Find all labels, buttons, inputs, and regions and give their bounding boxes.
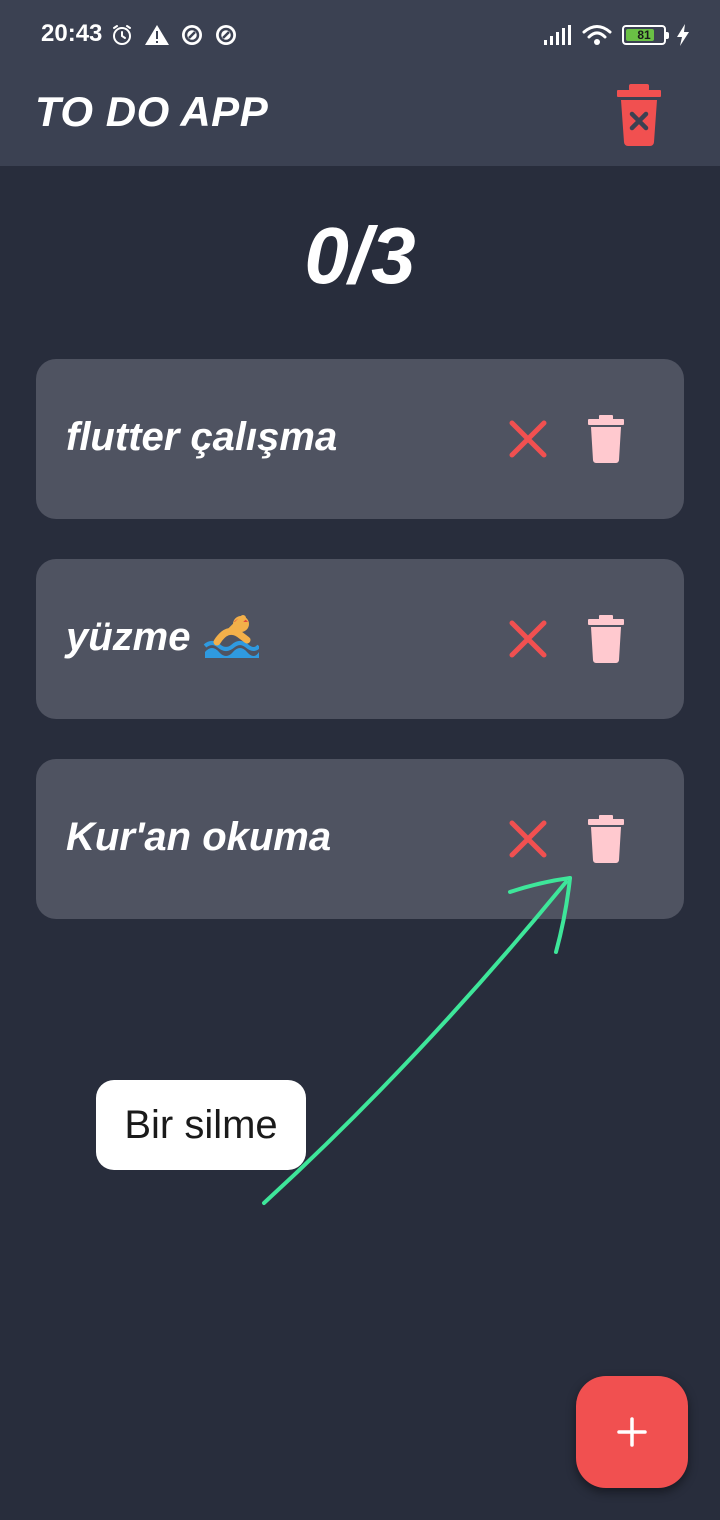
status-bar: 20:43 81 [0,0,720,68]
close-icon [509,620,547,658]
battery-icon: 81 [622,25,669,45]
todo-item[interactable]: yüzme [36,559,684,719]
charging-icon [677,24,689,46]
cross-button[interactable] [508,619,548,659]
app-bar: TO DO APP [0,68,720,166]
app-notification-icon [216,25,236,45]
todo-title: yüzme [66,615,259,660]
annotation-label: Bir silme [96,1080,306,1170]
trash-icon [588,815,624,863]
battery-percent: 81 [637,28,651,42]
close-icon [509,820,547,858]
todo-list: flutter çalışma yüzme Kur'an okuma [36,359,684,959]
warning-icon [145,25,169,45]
cross-button[interactable] [508,819,548,859]
delete-all-button[interactable] [612,82,666,146]
add-todo-button[interactable] [576,1376,688,1488]
todo-item[interactable]: flutter çalışma [36,359,684,519]
delete-button[interactable] [586,615,626,663]
plus-icon [617,1417,647,1447]
close-icon [509,420,547,458]
delete-all-icon [617,84,661,146]
todo-item[interactable]: Kur'an okuma [36,759,684,919]
status-icons-right: 81 [534,20,690,50]
status-icons-left [110,20,248,50]
trash-icon [588,615,624,663]
cross-button[interactable] [508,419,548,459]
swimmer-emoji-icon [203,615,259,659]
alarm-icon [113,25,131,45]
trash-icon [588,415,624,463]
app-notification-icon [182,25,202,45]
todo-title: Kur'an okuma [66,815,332,859]
todo-title: flutter çalışma [66,415,338,459]
wifi-icon [582,25,612,45]
completed-counter: 0/3 [304,211,416,300]
app-title: TO DO APP [35,88,269,135]
signal-icon [544,25,571,45]
delete-button[interactable] [586,815,626,863]
status-time: 20:43 [41,20,103,47]
delete-button[interactable] [586,415,626,463]
